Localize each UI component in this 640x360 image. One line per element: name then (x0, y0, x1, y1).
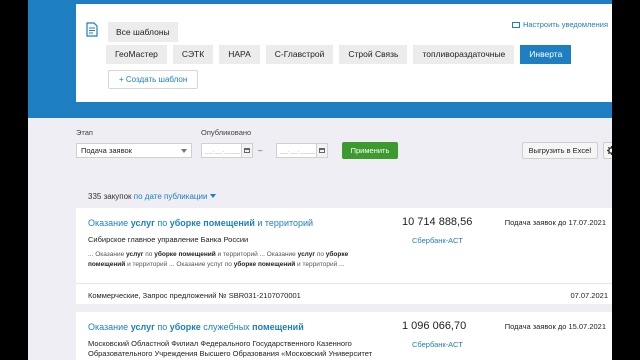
text-segment: ... Оказание (88, 251, 127, 258)
template-tag[interactable]: СЭТК (172, 45, 214, 64)
text-segment: по (154, 322, 170, 332)
highlight-text: услуг (126, 251, 144, 258)
highlight-text: уборке помещений (154, 251, 216, 258)
text-segment: служебных (200, 322, 253, 332)
date-to-placeholder: __.__.____ (280, 147, 316, 154)
date-separator: – (258, 146, 263, 155)
text-segment: по (315, 251, 326, 258)
template-tag[interactable]: Строй Связь (339, 45, 408, 64)
calendar-icon[interactable] (241, 144, 252, 157)
chevron-down-icon (181, 149, 187, 153)
settings-button[interactable] (603, 142, 612, 159)
purchase-snippet: ... Оказание услуг по уборке помещений и… (88, 250, 350, 270)
templates-panel: Все шаблоны Настроить уведомления ГеоМас… (76, 4, 612, 102)
notification-settings-link[interactable]: Настроить уведомления (511, 20, 608, 29)
create-template-button[interactable]: + Создать шаблон (108, 70, 199, 89)
template-tag-active[interactable]: Инверта (520, 45, 572, 64)
purchase-type: Коммерческие, Запрос предложений № SBR03… (88, 291, 301, 300)
card-divider (76, 283, 612, 284)
purchase-customer: Сибирское главное управление Банка Росси… (88, 235, 249, 244)
template-tag[interactable]: НАРА (219, 45, 260, 64)
highlight-text: услуг (130, 322, 155, 332)
purchase-platform-link[interactable]: Сбербанк-АСТ (412, 236, 463, 245)
text-segment: и территорий ... Оказание услуг по (125, 261, 234, 268)
purchase-price: 10 714 888,56 (402, 216, 473, 228)
app-stage: Все шаблоны Настроить уведомления ГеоМас… (28, 0, 612, 360)
stage-select-value: Подача заявок (81, 146, 132, 155)
notification-settings-label: Настроить уведомления (522, 20, 608, 29)
purchase-title-link[interactable]: Оказание услуг по уборке помещений и тер… (88, 218, 313, 228)
text-segment: и территорий (254, 218, 314, 228)
date-from-placeholder: __.__.____ (205, 147, 241, 154)
left-letterbox (0, 0, 28, 360)
caret-down-icon (210, 194, 217, 198)
export-excel-button[interactable]: Выгрузить в Excel (521, 142, 598, 159)
apply-button[interactable]: Применить (342, 142, 398, 159)
sort-label: по дате публикации (133, 192, 208, 201)
text-segment: Оказание (88, 218, 131, 228)
stage-label: Этап (76, 128, 93, 137)
envelope-icon (511, 21, 520, 28)
text-segment: и территорий ... Оказание (215, 251, 298, 258)
text-segment: по (143, 251, 155, 258)
results-summary: 335 закупок по дате публикации (88, 192, 217, 201)
highlight-text: уборке помещений (233, 261, 296, 268)
highlight-text: услуг (297, 251, 316, 258)
purchase-title-link[interactable]: Оказание услуг по уборке служебных помещ… (88, 322, 304, 332)
calendar-icon[interactable] (316, 144, 327, 157)
published-label: Опубликовано (201, 128, 252, 137)
document-icon (86, 22, 98, 37)
all-templates-button[interactable]: Все шаблоны (108, 22, 178, 42)
sort-dropdown[interactable]: по дате публикации (134, 192, 217, 201)
date-to-input[interactable]: __.__.____ (276, 143, 328, 158)
purchase-deadline: Подача заявок до 15.07.2021 (504, 322, 606, 331)
results-count: 335 закупок (88, 192, 132, 201)
right-letterbox (612, 0, 640, 360)
template-tag[interactable]: С-Главстрой (265, 45, 334, 64)
highlight-text: помещений (252, 322, 304, 332)
purchase-platform-link[interactable]: Сбербанк-АСТ (412, 340, 463, 349)
purchase-card: Оказание услуг по уборке помещений и тер… (76, 208, 612, 304)
purchase-deadline: Подача заявок до 17.07.2021 (504, 218, 606, 227)
purchase-customer: Московский Областной Филиал Федерального… (88, 339, 373, 360)
purchase-card: Оказание услуг по уборке служебных помещ… (76, 312, 612, 360)
purchase-price: 1 096 066,70 (402, 320, 467, 332)
text-segment: Оказание (88, 322, 131, 332)
highlight-text: уборке (169, 322, 201, 332)
date-from-input[interactable]: __.__.____ (201, 143, 253, 158)
purchase-date: 07.07.2021 (570, 291, 608, 300)
highlight-text: уборке помещений (169, 218, 255, 228)
template-tags: ГеоМастер СЭТК НАРА С-Главстрой Строй Св… (106, 45, 572, 64)
highlight-text: услуг (130, 218, 155, 228)
template-tag[interactable]: топливораздаточные (413, 45, 515, 64)
filter-bar: Этап Подача заявок Опубликовано __.__.__… (76, 128, 612, 168)
text-segment: и территорий ... (295, 261, 345, 268)
stage-select[interactable]: Подача заявок (76, 143, 192, 158)
text-segment: по (154, 218, 170, 228)
template-tag[interactable]: ГеоМастер (106, 45, 167, 64)
